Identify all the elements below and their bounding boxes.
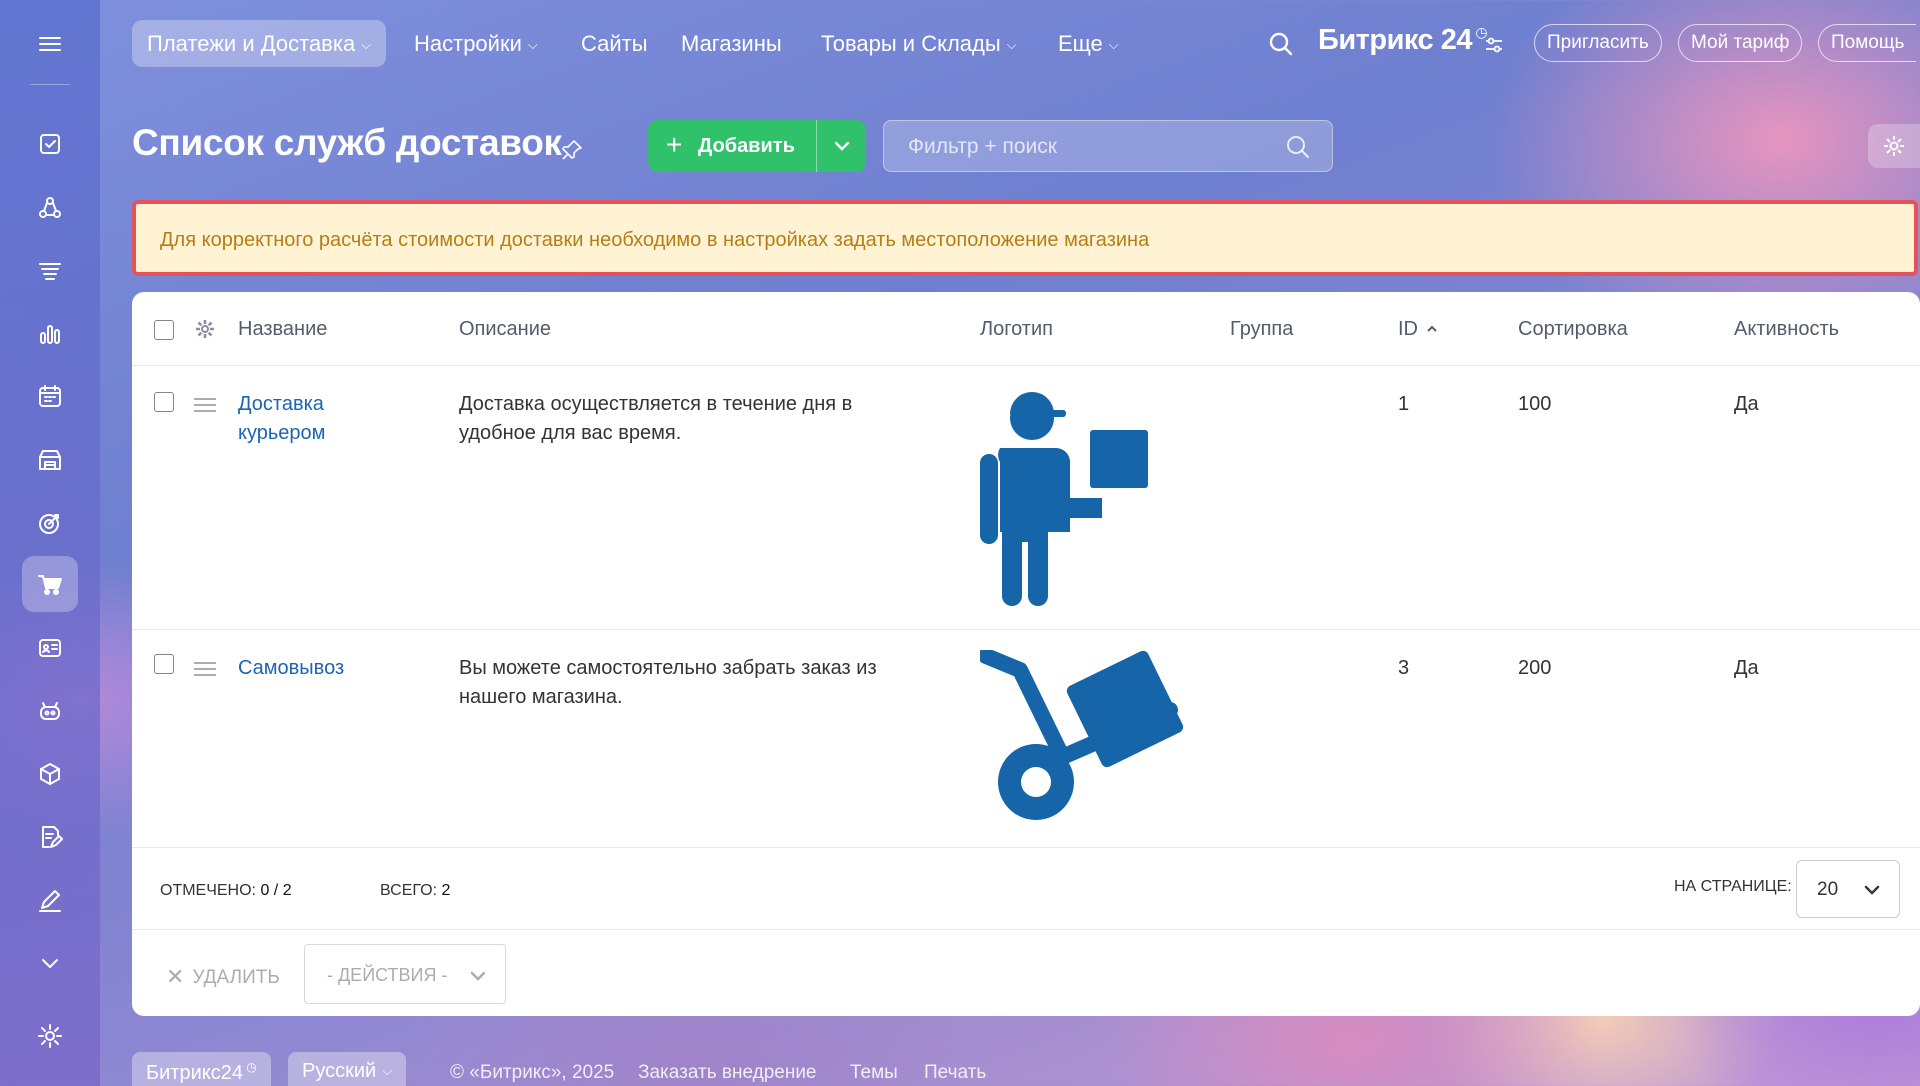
delivery-services-grid: Название Описание Логотип Группа ID Сорт… bbox=[132, 292, 1920, 1016]
nav-goods-warehouses[interactable]: Товары и Склады ⌵ bbox=[821, 20, 1017, 67]
nav-payments-delivery[interactable]: Платежи и Доставка ⌵ bbox=[132, 20, 387, 67]
row-checkbox[interactable] bbox=[154, 392, 174, 412]
delivery-name-link[interactable]: Самовывоз bbox=[238, 654, 344, 683]
chevron-down-icon: ⌵ bbox=[382, 1063, 393, 1078]
page-title: Список служб доставок bbox=[132, 122, 562, 163]
filter-settings-icon[interactable] bbox=[1484, 36, 1504, 54]
contact-card-icon[interactable] bbox=[22, 620, 78, 676]
box-icon[interactable] bbox=[22, 746, 78, 802]
tasks-icon[interactable] bbox=[22, 116, 78, 172]
brand-logo[interactable]: Битрикс 24 ◷ bbox=[1318, 24, 1488, 57]
chevron-down-icon[interactable] bbox=[22, 935, 78, 991]
id-value: 1 bbox=[1398, 393, 1410, 415]
plus-icon: + bbox=[666, 129, 683, 160]
analytics-icon[interactable] bbox=[22, 306, 78, 362]
row-checkbox[interactable] bbox=[154, 654, 174, 674]
settings-icon[interactable] bbox=[22, 1008, 78, 1064]
location-warning-alert: Для корректного расчёта стоимости достав… bbox=[132, 200, 1918, 276]
menu-icon[interactable] bbox=[22, 16, 78, 72]
funnel-icon[interactable] bbox=[22, 243, 78, 299]
help-button[interactable]: Помощь bbox=[1818, 24, 1917, 62]
cart-icon[interactable] bbox=[22, 556, 78, 612]
col-sort[interactable]: Сортировка bbox=[1518, 318, 1628, 341]
sort-value: 100 bbox=[1518, 393, 1552, 415]
col-active[interactable]: Активность bbox=[1734, 318, 1839, 341]
per-page-select[interactable]: 20 bbox=[1796, 860, 1900, 918]
add-button[interactable]: + Добавить bbox=[648, 120, 866, 172]
actions-select[interactable]: - ДЕЙСТВИЯ - bbox=[304, 944, 506, 1004]
total-count: ВСЕГО: 2 bbox=[380, 882, 451, 899]
chevron-down-icon bbox=[470, 971, 486, 981]
sort-value: 200 bbox=[1518, 657, 1552, 679]
copyright: © «Битрикс», 2025 bbox=[450, 1062, 615, 1083]
courier-logo bbox=[980, 392, 1148, 606]
print-link[interactable]: Печать bbox=[924, 1062, 986, 1084]
signature-icon[interactable] bbox=[22, 872, 78, 928]
chevron-down-icon[interactable] bbox=[830, 131, 854, 161]
per-page-label: НА СТРАНИЦЕ: bbox=[1674, 878, 1792, 895]
nav-stores[interactable]: Магазины bbox=[681, 20, 782, 67]
delivery-description: Доставка осуществляется в течение дня ву… bbox=[459, 393, 853, 444]
robot-icon[interactable] bbox=[22, 683, 78, 739]
clock-icon: ◷ bbox=[242, 1060, 257, 1074]
active-value: Да bbox=[1734, 657, 1759, 679]
crm-icon[interactable] bbox=[22, 180, 78, 236]
table-row[interactable]: Самовывоз Вы можете самостоятельно забра… bbox=[132, 630, 1920, 848]
col-id[interactable]: ID bbox=[1398, 318, 1438, 341]
search-icon[interactable] bbox=[1268, 31, 1294, 57]
column-settings-gear-icon[interactable] bbox=[194, 318, 216, 340]
col-name[interactable]: Название bbox=[238, 318, 327, 341]
brand-footer-chip[interactable]: Битрикс24 ◷ bbox=[132, 1052, 271, 1086]
table-row[interactable]: Доставка курьером Доставка осуществляется… bbox=[132, 366, 1920, 630]
top-navigation: Платежи и Доставка ⌵ Настройки ⌵ Сайты Маг… bbox=[100, 0, 1920, 86]
gear-icon bbox=[1884, 136, 1904, 156]
nav-sites[interactable]: Сайты bbox=[581, 20, 648, 67]
col-group[interactable]: Группа bbox=[1230, 318, 1293, 341]
drag-handle-icon[interactable] bbox=[194, 398, 216, 416]
table-header: Название Описание Логотип Группа ID Сорт… bbox=[132, 292, 1920, 366]
drag-handle-icon[interactable] bbox=[194, 662, 216, 680]
delete-button[interactable]: ✕ УДАЛИТЬ bbox=[166, 964, 280, 990]
hand-truck-logo bbox=[980, 650, 1184, 820]
chevron-down-icon: ⌵ bbox=[527, 37, 538, 52]
delivery-name-link[interactable]: Доставка курьером bbox=[238, 390, 325, 448]
close-icon: ✕ bbox=[166, 964, 185, 989]
delivery-description: Вы можете самостоятельно забрать заказ и… bbox=[459, 657, 877, 708]
search-icon[interactable] bbox=[1284, 133, 1312, 161]
pin-icon[interactable] bbox=[560, 138, 584, 162]
themes-link[interactable]: Темы bbox=[850, 1062, 898, 1084]
nav-settings[interactable]: Настройки ⌵ bbox=[414, 20, 538, 67]
grid-footer: ОТМЕЧЕНО: 0 / 2 ВСЕГО: 2 НА СТРАНИЦЕ: bbox=[132, 848, 1920, 930]
chevron-down-icon bbox=[1864, 885, 1880, 895]
filter-search-input[interactable]: Фильтр + поиск bbox=[883, 120, 1333, 172]
nav-more[interactable]: Еще ⌵ bbox=[1058, 20, 1119, 67]
chevron-down-icon: ⌵ bbox=[361, 37, 372, 52]
id-value: 3 bbox=[1398, 657, 1410, 679]
sidebar-divider bbox=[30, 84, 70, 85]
selected-count: ОТМЕЧЕНО: 0 / 2 bbox=[160, 882, 292, 899]
chevron-down-icon: ⌵ bbox=[1108, 37, 1119, 52]
target-icon[interactable] bbox=[22, 495, 78, 551]
invite-button[interactable]: Пригласить bbox=[1534, 24, 1662, 62]
page-settings-button[interactable] bbox=[1868, 124, 1920, 168]
my-tariff-button[interactable]: Мой тариф bbox=[1678, 24, 1803, 62]
col-logo[interactable]: Логотип bbox=[980, 318, 1053, 341]
calendar-icon[interactable] bbox=[22, 368, 78, 424]
language-select[interactable]: Русский ⌵ bbox=[288, 1052, 407, 1086]
select-all-checkbox[interactable] bbox=[154, 320, 174, 340]
active-value: Да bbox=[1734, 393, 1759, 415]
order-implementation-link[interactable]: Заказать внедрение bbox=[638, 1062, 817, 1084]
store-icon[interactable] bbox=[22, 432, 78, 488]
document-edit-icon[interactable] bbox=[22, 809, 78, 865]
left-sidebar bbox=[0, 0, 100, 1086]
col-description[interactable]: Описание bbox=[459, 318, 551, 341]
sort-asc-icon bbox=[1427, 325, 1437, 332]
chevron-down-icon: ⌵ bbox=[1006, 37, 1017, 52]
